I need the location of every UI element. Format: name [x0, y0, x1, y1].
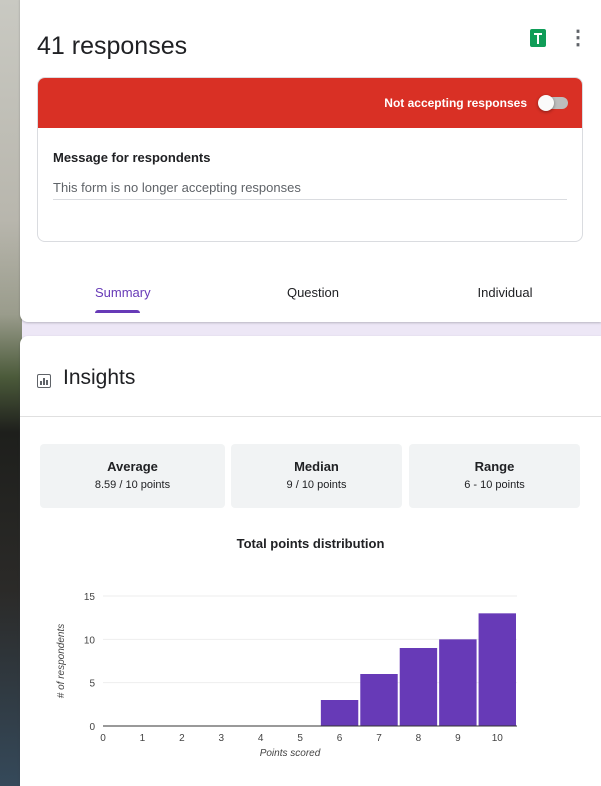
toggle-thumb	[538, 95, 554, 111]
y-tick-label: 0	[89, 722, 95, 733]
divider	[20, 416, 601, 417]
accepting-responses-panel: Not accepting responses Message for resp…	[37, 77, 583, 242]
x-tick-label: 6	[337, 733, 343, 744]
x-tick-label: 10	[492, 733, 504, 744]
stat-range: Range 6 - 10 points	[409, 444, 580, 508]
stat-label: Range	[474, 459, 515, 474]
stat-label: Median	[294, 459, 339, 474]
tab-summary[interactable]: Summary	[95, 285, 151, 300]
status-bar: Not accepting responses	[38, 78, 582, 128]
responses-card: 41 responses ⋮ Not accepting responses M…	[20, 0, 601, 322]
y-tick-label: 5	[89, 679, 95, 690]
google-sheets-icon[interactable]	[530, 29, 546, 47]
more-vert-icon[interactable]: ⋮	[568, 27, 588, 49]
background-photo	[0, 0, 22, 786]
x-tick-label: 5	[297, 733, 303, 744]
x-tick-label: 9	[455, 733, 461, 744]
y-tick-label: 15	[84, 592, 96, 603]
insights-title: Insights	[63, 366, 136, 389]
insights-card: Insights Average 8.59 / 10 points Median…	[20, 336, 601, 786]
bar	[360, 674, 398, 726]
x-tick-label: 3	[219, 733, 225, 744]
message-label: Message for respondents	[53, 150, 211, 165]
x-axis-title: Points scored	[260, 748, 321, 759]
bar	[439, 639, 477, 726]
tab-question[interactable]: Question	[278, 285, 348, 300]
x-tick-label: 2	[179, 733, 185, 744]
accepting-status-label: Not accepting responses	[384, 96, 527, 110]
x-tick-label: 4	[258, 733, 264, 744]
stat-median: Median 9 / 10 points	[231, 444, 402, 508]
y-axis-title: # of respondents	[56, 624, 67, 699]
x-tick-label: 7	[376, 733, 382, 744]
accepting-responses-toggle[interactable]	[538, 95, 568, 111]
x-tick-label: 8	[416, 733, 422, 744]
bar-chart-icon	[37, 374, 51, 388]
active-tab-indicator	[95, 310, 140, 313]
y-tick-label: 10	[84, 635, 96, 646]
bar	[478, 613, 516, 726]
stat-label: Average	[107, 459, 158, 474]
points-distribution-chart: 0 5 10 15 0 1 2 3 4 5 6 7 8 9 10 Points scored # of resp…	[56, 592, 517, 759]
stat-value: 6 - 10 points	[464, 479, 525, 491]
bar	[320, 700, 359, 726]
chart-title: Total points distribution	[236, 536, 385, 551]
stat-value: 8.59 / 10 points	[94, 479, 171, 491]
response-tabs: Summary Question Individual	[20, 285, 601, 315]
x-tick-label: 0	[100, 733, 106, 744]
stat-value: 9 / 10 points	[286, 479, 347, 491]
message-for-respondents-input[interactable]	[53, 176, 567, 200]
x-tick-label: 1	[140, 733, 146, 744]
tab-individual[interactable]: Individual	[470, 285, 540, 300]
page-title: 41 responses	[37, 32, 188, 60]
stat-average: Average 8.59 / 10 points	[40, 444, 225, 508]
bar	[399, 648, 438, 726]
